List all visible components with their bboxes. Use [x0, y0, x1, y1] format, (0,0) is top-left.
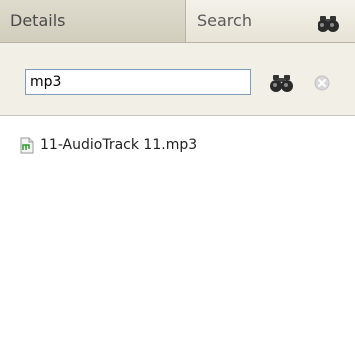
- tab-search[interactable]: Search: [187, 0, 299, 42]
- search-bar: [0, 43, 355, 116]
- find-button[interactable]: [269, 73, 295, 93]
- list-item[interactable]: 11-AudioTrack 11.mp3: [20, 135, 197, 155]
- clear-icon: [314, 75, 330, 91]
- search-panel: Details Search mp3 11-AudioTrack 11.mp3: [0, 0, 355, 360]
- tab-bar: Details Search: [0, 0, 355, 43]
- clear-search-button[interactable]: [314, 75, 330, 91]
- binoculars-icon: [270, 75, 293, 92]
- binoculars-icon[interactable]: [318, 13, 355, 33]
- search-results-list: 11-AudioTrack 11.mp3: [0, 117, 355, 360]
- result-label: 11-AudioTrack 11.mp3: [40, 137, 198, 153]
- search-input[interactable]: [25, 69, 251, 95]
- tab-details[interactable]: Details: [0, 0, 186, 42]
- tab-search-label: Search: [197, 11, 252, 30]
- tab-details-label: Details: [10, 11, 66, 30]
- audio-file-icon: [20, 137, 34, 153]
